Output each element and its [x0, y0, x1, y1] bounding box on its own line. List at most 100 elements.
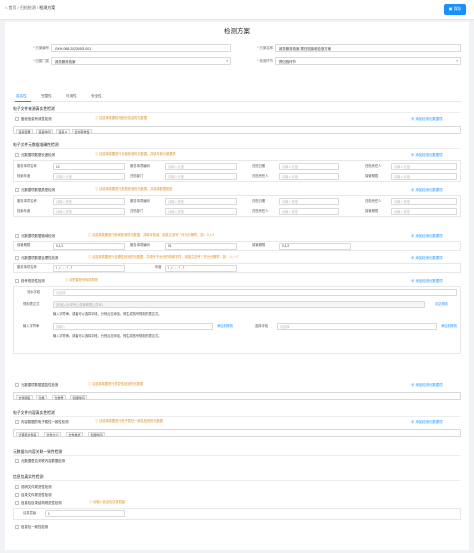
check-type[interactable] [15, 188, 19, 192]
check-readme[interactable] [15, 485, 19, 489]
plan-no-input[interactable]: GKH-068-2023092l-001 [51, 43, 231, 52]
check-dir-structure-label: 信息包目录结构规范性检测 [21, 501, 62, 505]
range-input[interactable]: 01 [165, 242, 237, 250]
dir-level-input[interactable]: 1 [45, 510, 125, 517]
check-dir-structure[interactable] [15, 501, 19, 505]
length-input[interactable]: 请输入长度 [279, 163, 339, 170]
tab-authenticity[interactable]: 真实性 [16, 94, 27, 98]
tags-duplicate[interactable]: 文件题名 分类 分类号 创建时间 [13, 392, 461, 400]
breadcrumb-home[interactable]: 首页 [9, 5, 17, 10]
add-field-to-rule[interactable]: 添加到规则 [441, 324, 457, 329]
type-input[interactable]: 请输入类型 [53, 208, 125, 215]
tag[interactable]: 文件格式 [66, 431, 84, 437]
select-field[interactable]: 请选择 [277, 323, 437, 330]
range-input[interactable]: 0,1,2 [53, 242, 125, 250]
tab-usability[interactable]: 可用性 [66, 94, 77, 98]
add-string-to-rule[interactable]: 添加到规则 [217, 324, 233, 329]
tag[interactable]: 分类号 [52, 394, 67, 400]
type-input[interactable]: 请输入类型 [279, 208, 339, 215]
hint-solidify: 请选择需要检测固化信息的元数据 [95, 116, 147, 121]
tab-security[interactable]: 安全性 [91, 94, 102, 98]
tag[interactable]: 文件大小 [44, 431, 62, 437]
add-item-button[interactable]: ⊕ 添加检测元数据项 [411, 117, 442, 121]
length-input[interactable]: 请输入长度 [53, 173, 125, 180]
breadcrumb-mid[interactable]: 归档检测 [20, 5, 36, 10]
type-input[interactable]: 请输入类型 [391, 198, 457, 205]
section-source-authenticity: 电子文件来源真实性检测 [13, 107, 55, 111]
special-input[interactable]: \ , / , : , * , ? [165, 264, 237, 272]
stage-select[interactable]: 预归档环节 [275, 56, 461, 65]
type-input[interactable]: 请输入类型 [165, 208, 237, 215]
tag[interactable]: 计算机文件名 [16, 431, 40, 437]
length-input[interactable]: 请输入长度 [165, 163, 237, 170]
rule-expr-label: 规则表达式 [23, 302, 40, 306]
length-input[interactable]: 12 [53, 163, 125, 170]
section-divider [13, 148, 461, 149]
main-card: 检测方案 *方案编号 GKH-068-2023092l-001 *方案名称 政务… [5, 22, 469, 550]
check-catalog[interactable] [15, 493, 19, 497]
type-input[interactable]: 请输入类型 [279, 198, 339, 205]
save-button-label: 保存 [453, 7, 462, 12]
check-archive-no-label: 档号规范性检测 [21, 279, 45, 283]
tag[interactable]: 签名时间 [36, 128, 54, 134]
section-divider [13, 480, 461, 481]
add-item-button[interactable]: ⊕ 添加检测元数据项 [411, 256, 442, 260]
grid-label-year: 档案年度 [17, 209, 31, 213]
add-item-button[interactable]: ⊕ 添加检测元数据项 [411, 383, 442, 387]
check-package-consistency[interactable] [15, 525, 19, 529]
breadcrumb-current: 检测方案 [39, 5, 56, 10]
add-item-button[interactable]: ⊕ 添加检测元数据项 [411, 279, 442, 283]
add-item-button[interactable]: ⊕ 添加检测元数据项 [411, 420, 442, 424]
tag[interactable]: 分类 [36, 394, 48, 400]
tag[interactable]: 文件题名 [16, 394, 34, 400]
check-attr-consistency-label: 内容数据的电子属性一致性检测 [21, 420, 69, 424]
check-package-consistency-label: 信息包一致性检测 [21, 525, 49, 529]
check-range-label: 元数据项数据值域检测 [21, 234, 55, 238]
clear-rule-link[interactable]: 清空规则 [435, 302, 448, 307]
check-archive-no[interactable] [15, 279, 19, 283]
add-item-button[interactable]: ⊕ 添加检测元数据项 [411, 188, 442, 192]
save-button[interactable]: ▣ 保存 [444, 4, 466, 15]
tag[interactable]: 签名人 [56, 128, 71, 134]
length-input[interactable]: 请输入长度 [391, 173, 457, 180]
length-input[interactable]: 请输入长度 [391, 163, 457, 170]
tags-attr[interactable]: 计算机文件名 文件大小 文件格式 创建时间 [13, 429, 461, 437]
check-metadata-linked[interactable] [15, 459, 19, 463]
add-item-button[interactable]: ⊕ 添加检测元数据项 [411, 153, 442, 157]
check-duplicate-label: 元数据项数据重复性检测 [21, 383, 59, 387]
tags-solidify[interactable]: 签名结果 签名时间 签名人 证书有效性 [13, 126, 461, 134]
tag[interactable]: 创建时间 [70, 394, 88, 400]
section-metadata-accuracy: 电子文件元数据准确性检测 [13, 143, 59, 147]
check-length-label: 元数据项数据长度检测 [21, 153, 55, 157]
special-input[interactable]: \ , / , : , * , ? [53, 264, 125, 272]
flow-field-select[interactable]: 请选择 [53, 289, 457, 296]
range-input[interactable]: 0,1,2 [279, 242, 351, 250]
hint-archive-no: 请配置档号构成规则 [65, 278, 98, 283]
check-reasonable[interactable] [15, 256, 19, 260]
add-item-button[interactable]: ⊕ 添加检测元数据项 [411, 234, 442, 238]
hint-duplicate: 请选择需要进行重复性检测的元数据 [88, 382, 143, 387]
section-package-authenticity: 信息包真实性检测 [13, 475, 44, 479]
type-input[interactable]: 请输入类型 [391, 208, 457, 215]
length-input[interactable]: 请输入长度 [279, 173, 339, 180]
tag[interactable]: 创建时间 [88, 431, 106, 437]
check-type-label: 元数据项数据类型检测 [21, 188, 55, 192]
type-input[interactable]: 请输入类型 [53, 198, 125, 205]
check-range[interactable] [15, 234, 19, 238]
plan-name-input[interactable]: 政务服务档案-预归档接收检测方案 [275, 43, 461, 52]
string-input[interactable]: 请输入 [53, 323, 213, 330]
check-duplicate[interactable] [15, 383, 19, 387]
section-divider [13, 455, 461, 456]
dept-select[interactable]: 政务服务档案 [51, 56, 231, 65]
breadcrumb: ⌂ 首页 / 归档检测 / 检测方案 [5, 5, 56, 11]
check-length[interactable] [15, 153, 19, 157]
type-input[interactable]: 请输入类型 [165, 198, 237, 205]
check-solidify[interactable] [15, 117, 19, 121]
length-input[interactable]: 请输入长度 [165, 173, 237, 180]
tab-integrity[interactable]: 完整性 [41, 94, 52, 98]
tag[interactable]: 证书有效性 [72, 128, 93, 134]
check-attr-consistency[interactable] [15, 420, 19, 424]
rule-expr-input[interactable]: {年度}-{分类号}-{保管期限}-{件号} [53, 301, 425, 308]
tag[interactable]: 签名结果 [16, 128, 34, 134]
hint-attr-consistency: 请选择需要进行电子属性一致性检测的元数据 [95, 419, 163, 424]
